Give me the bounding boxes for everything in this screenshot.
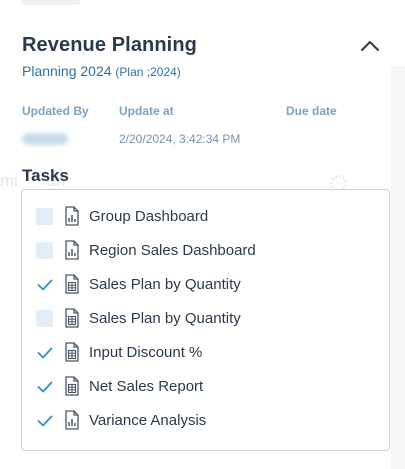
due-date-field: Due date <box>286 104 337 132</box>
scrollbar-track[interactable] <box>391 66 405 469</box>
due-date-label: Due date <box>286 104 337 118</box>
task-metadata: Updated By Update at 2/20/2024, 3:42:34 … <box>22 104 382 154</box>
task-item[interactable]: Sales Plan by Quantity <box>22 303 389 337</box>
task-checkbox-checked[interactable] <box>36 276 53 293</box>
update-at-field: Update at 2/20/2024, 3:42:34 PM <box>119 104 240 146</box>
task-label: Variance Analysis <box>89 412 207 429</box>
checkmark-icon <box>37 381 52 392</box>
updated-by-value-redacted <box>22 133 68 145</box>
background-tab-hint <box>22 0 80 5</box>
updated-by-field: Updated By <box>22 104 89 145</box>
chart-document-icon <box>64 410 80 430</box>
tasks-heading: Tasks <box>22 166 69 185</box>
panel-header: Revenue Planning Planning 2024 (Plan ;20… <box>22 34 382 82</box>
chart-document-icon <box>64 206 80 226</box>
task-label: Region Sales Dashboard <box>89 242 256 259</box>
plan-subtitle: Planning 2024 (Plan ;2024) <box>22 63 382 81</box>
plan-name: Planning 2024 <box>22 63 112 79</box>
spreadsheet-document-icon <box>64 308 80 328</box>
task-list-container: Group Dashboard Region Sales Dashboard Sal… <box>21 189 390 451</box>
checkmark-icon <box>37 347 52 358</box>
task-label: Input Discount % <box>89 344 203 361</box>
checkmark-icon <box>37 415 52 426</box>
task-item[interactable]: Sales Plan by Quantity <box>22 269 389 303</box>
task-label: Group Dashboard <box>89 208 209 225</box>
chevron-up-icon <box>361 41 379 51</box>
task-label: Sales Plan by Quantity <box>89 276 241 293</box>
collapse-button[interactable] <box>358 34 382 58</box>
task-checkbox-unchecked[interactable] <box>36 242 53 259</box>
chart-document-icon <box>64 240 80 260</box>
task-checkbox-checked[interactable] <box>36 344 53 361</box>
task-item[interactable]: Group Dashboard <box>22 201 389 235</box>
task-checkbox-checked[interactable] <box>36 378 53 395</box>
spreadsheet-document-icon <box>64 274 80 294</box>
spreadsheet-document-icon <box>64 342 80 362</box>
task-item[interactable]: Region Sales Dashboard <box>22 235 389 269</box>
task-checkbox-unchecked[interactable] <box>36 208 53 225</box>
updated-by-label: Updated By <box>22 104 89 118</box>
task-list: Group Dashboard Region Sales Dashboard Sal… <box>22 190 389 439</box>
task-checkbox-checked[interactable] <box>36 412 53 429</box>
task-item[interactable]: Net Sales Report <box>22 371 389 405</box>
task-checkbox-unchecked[interactable] <box>36 310 53 327</box>
task-item[interactable]: Input Discount % <box>22 337 389 371</box>
plan-meta: (Plan ;2024) <box>115 65 181 79</box>
panel-title: Revenue Planning <box>22 34 197 56</box>
spreadsheet-document-icon <box>64 376 80 396</box>
update-at-value: 2/20/2024, 3:42:34 PM <box>119 132 241 146</box>
task-label: Net Sales Report <box>89 378 204 395</box>
update-at-label: Update at <box>119 104 174 118</box>
task-label: Sales Plan by Quantity <box>89 310 241 327</box>
checkmark-icon <box>37 279 52 290</box>
task-item[interactable]: Variance Analysis <box>22 405 389 439</box>
